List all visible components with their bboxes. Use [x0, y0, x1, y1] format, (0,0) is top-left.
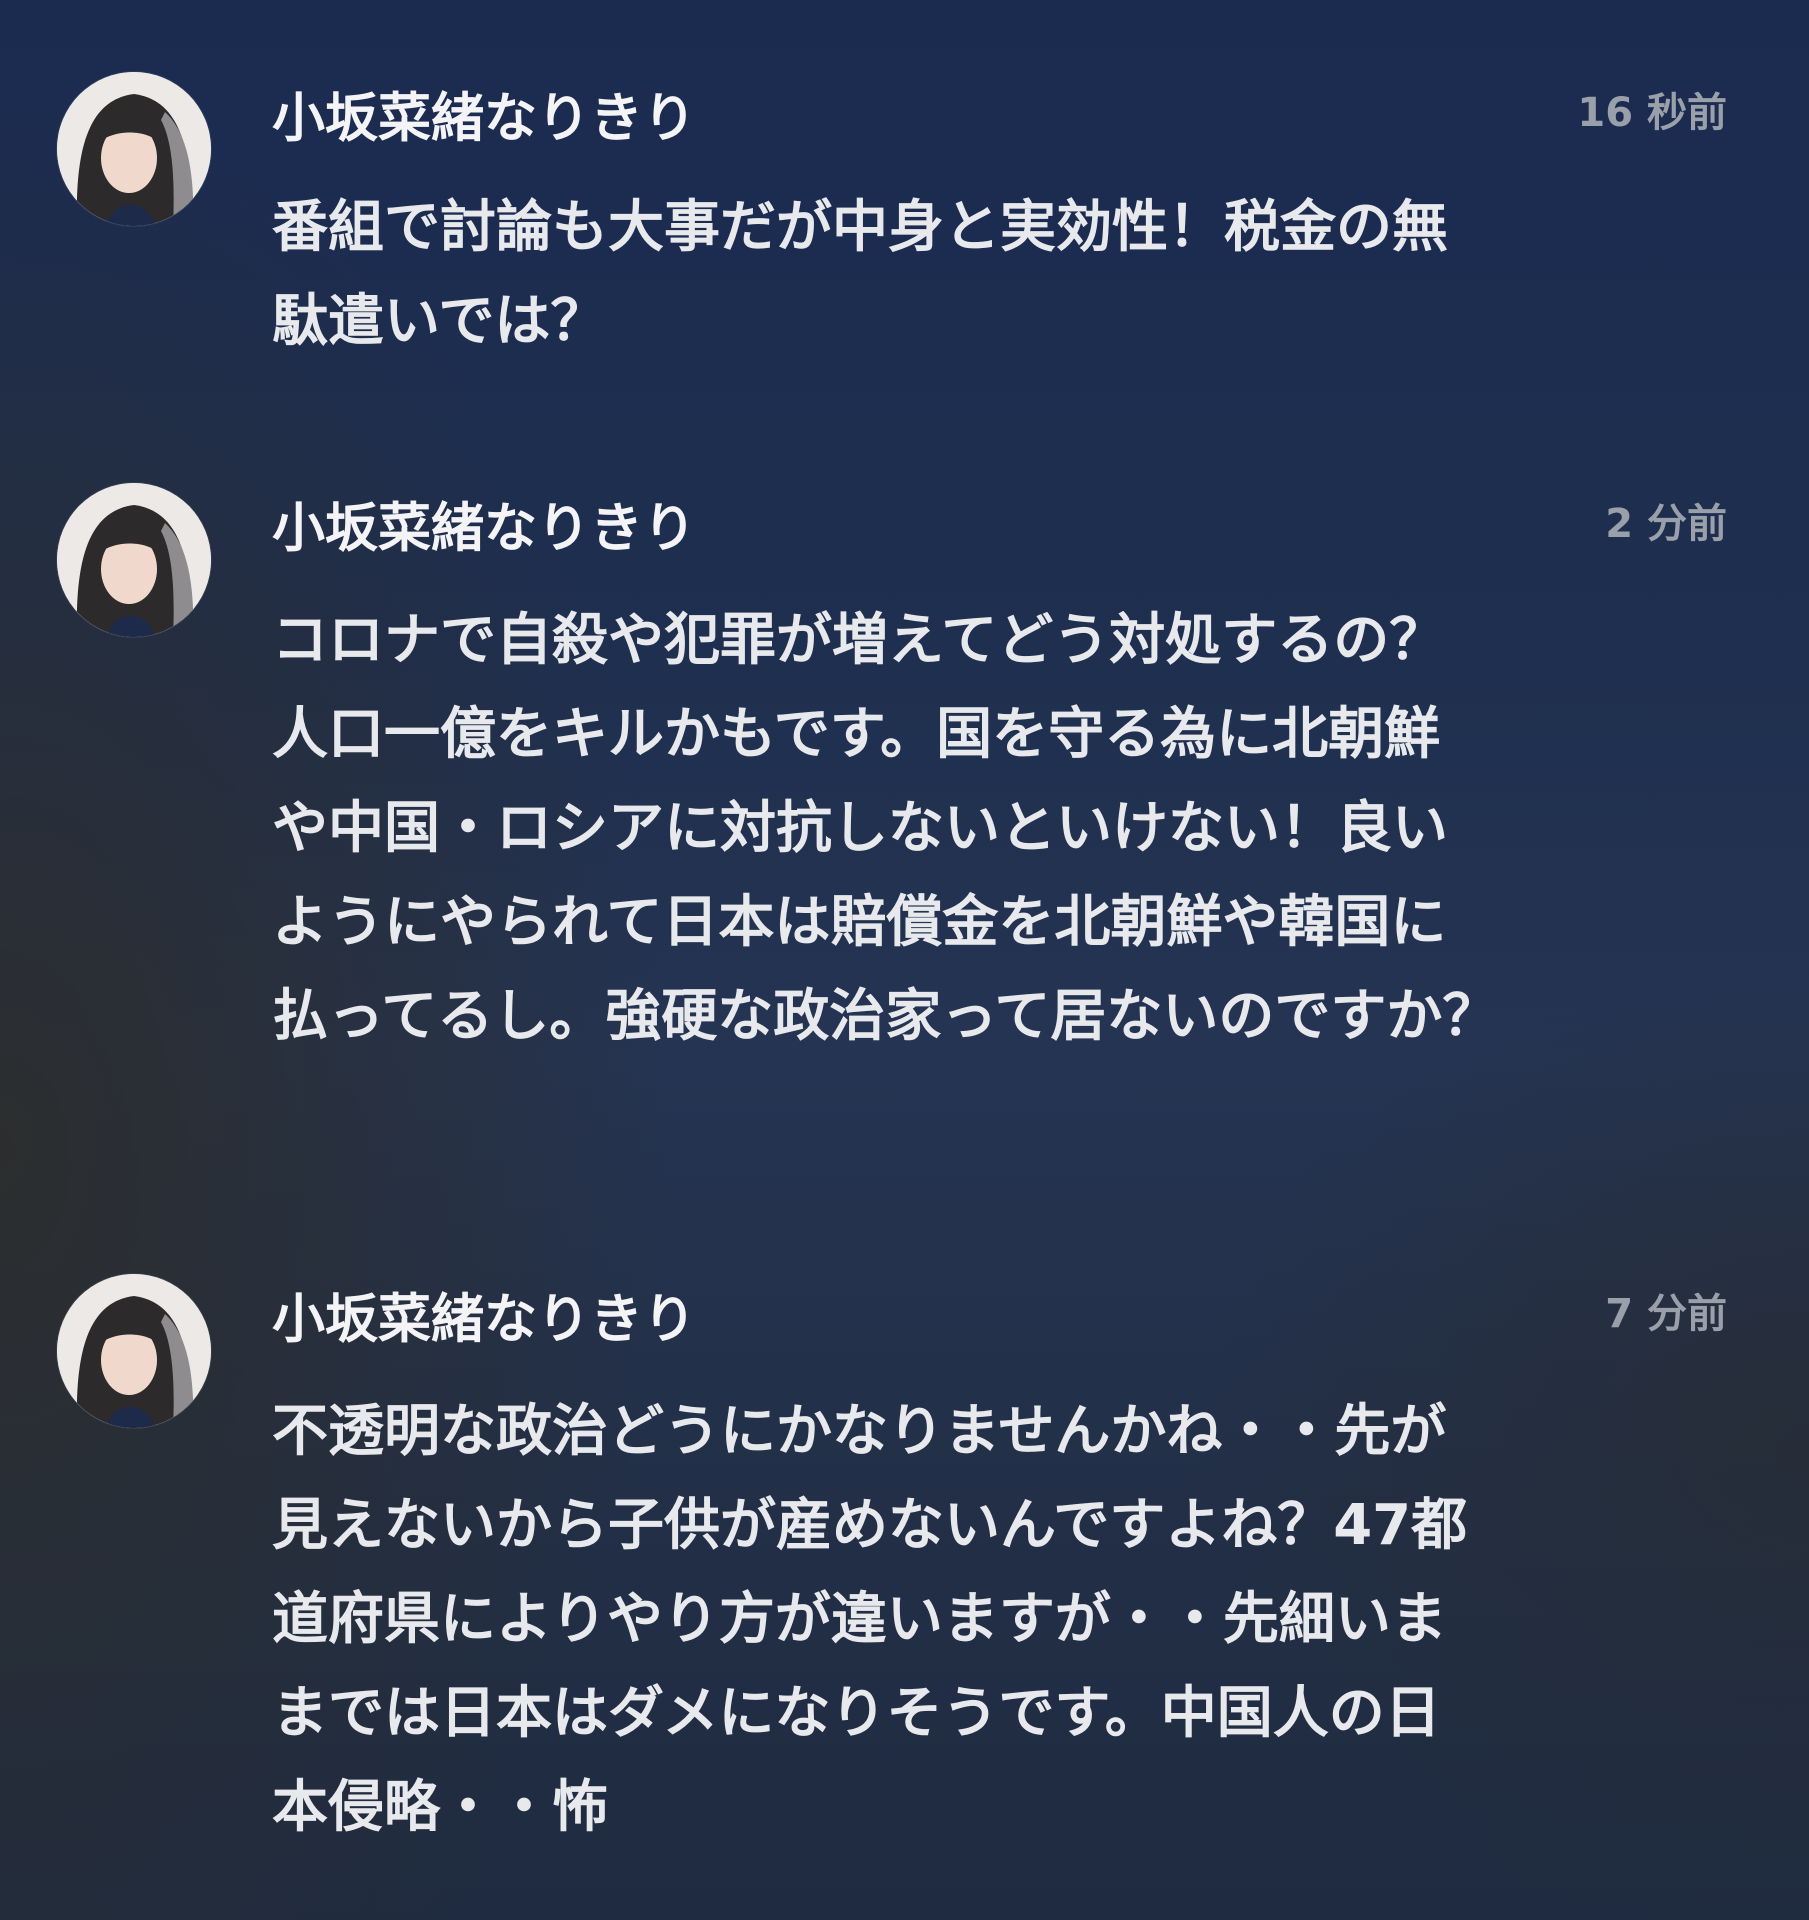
avatar-photo-icon [57, 72, 211, 226]
comment-text: 不透明な政治どうにかなりませんかね・・先が 見えないから子供が産めないんですよね… [272, 1399, 1468, 1840]
timestamp: 2 分前 [1605, 501, 1727, 547]
avatar[interactable] [57, 72, 211, 226]
avatar[interactable] [57, 483, 211, 637]
author-name[interactable]: 小坂菜緒なりきり [272, 1293, 696, 1346]
avatar-photo-icon [57, 483, 211, 637]
avatar-photo-icon [57, 1274, 211, 1428]
comment-text: コロナで自殺や犯罪が増えてどう対処するの？ 人口一億をキルかもです。国を守る為に… [272, 608, 1499, 1049]
author-name[interactable]: 小坂菜緒なりきり [272, 92, 696, 145]
timestamp: 7 分前 [1605, 1291, 1727, 1337]
timestamp: 16 秒前 [1577, 90, 1727, 136]
comment-text: 番組で討論も大事だが中身と実効性！税金の無 駄遣いでは？ [272, 195, 1448, 354]
avatar[interactable] [57, 1274, 211, 1428]
author-name[interactable]: 小坂菜緒なりきり [272, 502, 696, 555]
